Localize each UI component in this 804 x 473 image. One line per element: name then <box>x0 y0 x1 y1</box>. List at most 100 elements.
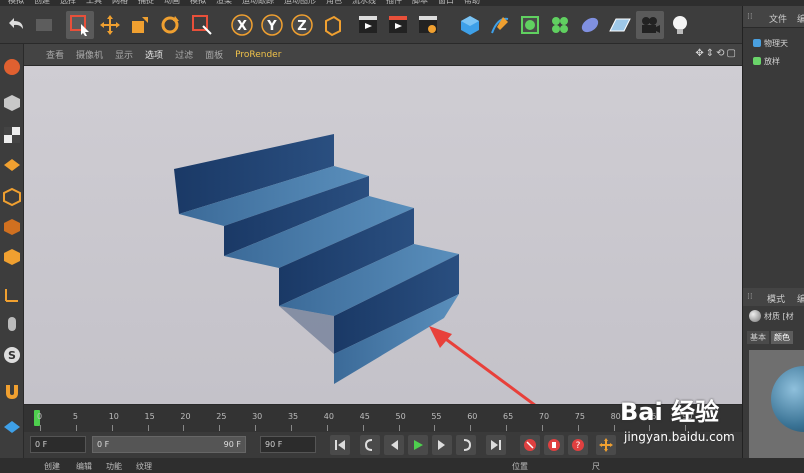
snap-button[interactable]: S <box>1 344 23 366</box>
menu-item[interactable]: 运动跟踪 <box>242 0 274 5</box>
bottom-menu-item[interactable]: 编辑 <box>76 461 92 472</box>
viewport-menu-item[interactable]: 面板 <box>205 48 223 61</box>
bottom-panel-bar: 创建 编辑 功能 纹理 位置 尺 <box>0 458 804 473</box>
auto-key-button[interactable] <box>544 435 564 455</box>
bottom-menu-item[interactable]: 功能 <box>106 461 122 472</box>
y-axis-lock[interactable]: Y <box>258 11 286 39</box>
viewport-nav-icon[interactable]: ✥ <box>695 48 703 59</box>
rotate-tool[interactable] <box>156 11 184 39</box>
viewport-menu-item[interactable]: 过滤 <box>175 48 193 61</box>
frame-range-slider[interactable]: 0 F 90 F <box>92 436 246 453</box>
go-to-start-button[interactable] <box>330 435 350 455</box>
scale-tool[interactable] <box>126 11 154 39</box>
menu-edit-attr[interactable]: 编 <box>797 292 804 305</box>
prev-key-button[interactable] <box>360 435 380 455</box>
menu-item[interactable]: 角色 <box>326 0 342 5</box>
menu-item[interactable]: 窗口 <box>438 0 454 5</box>
mat-tab-color[interactable]: 颜色 <box>771 331 793 344</box>
menu-item[interactable]: 插件 <box>386 0 402 5</box>
floor-button[interactable] <box>606 11 634 39</box>
keyframe-selection-button[interactable]: ? <box>568 435 588 455</box>
viewport-menu-item[interactable]: 显示 <box>115 48 133 61</box>
camera-button[interactable] <box>636 11 664 39</box>
axis-mode-button[interactable] <box>1 284 23 306</box>
prev-frame-button[interactable] <box>384 435 404 455</box>
menu-mode[interactable]: 模式 <box>767 292 785 305</box>
grid-icon[interactable] <box>1 416 23 438</box>
play-button[interactable] <box>408 435 428 455</box>
spline-pen-button[interactable] <box>486 11 514 39</box>
render-view-button[interactable] <box>354 11 382 39</box>
make-editable-button[interactable] <box>1 56 23 78</box>
workplane-mode-button[interactable] <box>1 154 23 176</box>
timeline-tick <box>290 425 292 431</box>
deformer-button[interactable] <box>576 11 604 39</box>
x-axis-lock[interactable]: X <box>228 11 256 39</box>
viewport-nav-icon[interactable]: ▢ <box>727 48 736 59</box>
coordinate-system-button[interactable] <box>318 11 346 39</box>
undo-button[interactable] <box>2 11 30 39</box>
cloner-button[interactable] <box>546 11 574 39</box>
menu-item[interactable]: 动画 <box>164 0 180 5</box>
viewport-menu-item[interactable]: 查看 <box>46 48 64 61</box>
magnet-icon[interactable] <box>1 380 23 402</box>
menu-item[interactable]: 捕捉 <box>138 0 154 5</box>
object-row-sky[interactable]: 物理天 <box>753 38 788 49</box>
mat-tab-basic[interactable]: 基本 <box>747 331 769 344</box>
range-end-label: 90 F <box>223 440 241 449</box>
bottom-menu-item[interactable]: 纹理 <box>136 461 152 472</box>
menu-item[interactable]: 模拟 <box>190 0 206 5</box>
viewport-menu-item[interactable]: 摄像机 <box>76 48 103 61</box>
timeline-tick <box>398 425 400 431</box>
menu-item[interactable]: 工具 <box>86 0 102 5</box>
menu-item[interactable]: 网格 <box>112 0 128 5</box>
menu-edit[interactable]: 编 <box>797 12 804 25</box>
next-frame-button[interactable] <box>432 435 452 455</box>
tweak-mode-button[interactable] <box>1 314 23 336</box>
viewport-menu-item[interactable]: 选项 <box>145 48 163 61</box>
timeline-tick <box>577 425 579 431</box>
end-frame-field[interactable]: 90 F <box>260 436 316 453</box>
timeline-tick <box>362 425 364 431</box>
z-axis-label: Z <box>297 19 306 34</box>
start-frame-field[interactable]: 0 F <box>30 436 86 453</box>
texture-mode-button[interactable] <box>1 124 23 146</box>
next-key-button[interactable] <box>456 435 476 455</box>
viewport-nav-icon[interactable]: ⇕ <box>706 48 714 59</box>
menu-item[interactable]: 模拟 <box>8 0 24 5</box>
timeline-tick-label: 75 <box>574 412 585 421</box>
redo-button[interactable] <box>30 11 58 39</box>
move-tool[interactable] <box>96 11 124 39</box>
polygons-mode-button[interactable] <box>1 246 23 268</box>
points-mode-button[interactable] <box>1 186 23 208</box>
render-settings-button[interactable] <box>414 11 442 39</box>
light-button[interactable] <box>666 11 694 39</box>
prorender-menu[interactable]: ProRender <box>235 50 281 60</box>
timeline-tick-label: 25 <box>216 412 227 421</box>
menu-item[interactable]: 脚本 <box>412 0 428 5</box>
menu-item[interactable]: 帮助 <box>464 0 480 5</box>
menu-item[interactable]: 运动图形 <box>284 0 316 5</box>
menu-item[interactable]: 流水线 <box>352 0 376 5</box>
z-axis-lock[interactable]: Z <box>288 11 316 39</box>
model-mode-button[interactable] <box>1 92 23 114</box>
object-name-sky: 物理天 <box>764 39 788 48</box>
menu-item[interactable]: 选择 <box>60 0 76 5</box>
object-row-loft[interactable]: 放样 <box>753 56 780 67</box>
live-selection-tool[interactable] <box>66 11 94 39</box>
perspective-viewport[interactable] <box>24 66 742 404</box>
cube-object-button[interactable] <box>456 11 484 39</box>
edges-mode-button[interactable] <box>1 216 23 238</box>
timeline-tick-label: 15 <box>144 412 155 421</box>
menu-item[interactable]: 创建 <box>34 0 50 5</box>
record-key-button[interactable] <box>520 435 540 455</box>
render-to-picture-viewer-button[interactable] <box>384 11 412 39</box>
subdivision-surface-button[interactable] <box>516 11 544 39</box>
bottom-menu-item[interactable]: 创建 <box>44 461 60 472</box>
menu-item[interactable]: 渲染 <box>216 0 232 5</box>
go-to-end-button[interactable] <box>486 435 506 455</box>
viewport-nav-icon[interactable]: ⟲ <box>716 48 724 59</box>
timeline-tick <box>541 425 543 431</box>
menu-file[interactable]: 文件 <box>769 12 787 25</box>
recent-tool-button[interactable] <box>188 11 216 39</box>
